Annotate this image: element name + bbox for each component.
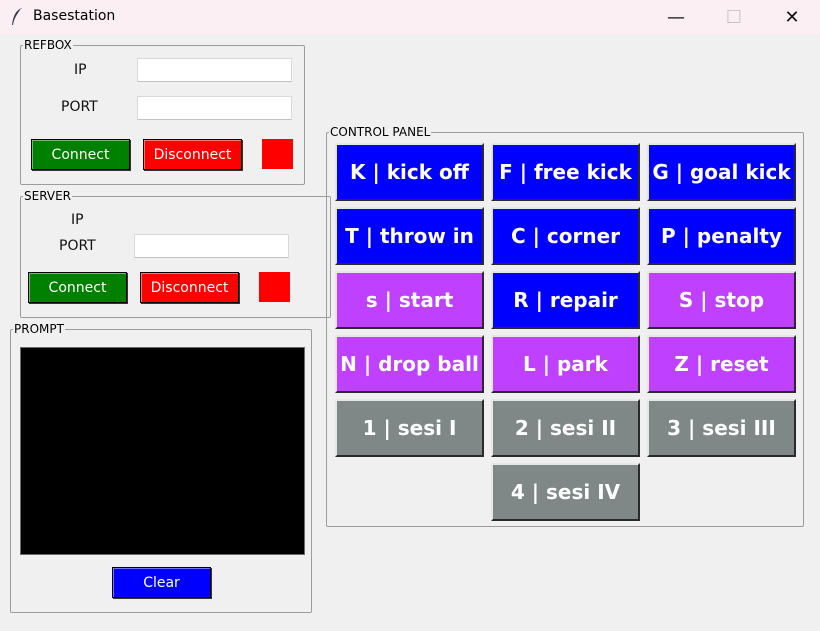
- refbox-status-indicator: [262, 139, 293, 169]
- drop-ball-button[interactable]: N | drop ball: [335, 335, 484, 393]
- server-disconnect-button[interactable]: Disconnect: [140, 272, 239, 303]
- corner-button[interactable]: C | corner: [491, 207, 640, 265]
- penalty-button[interactable]: P | penalty: [647, 207, 796, 265]
- maximize-button[interactable]: ☐: [705, 0, 763, 34]
- sesi-1-button[interactable]: 1 | sesi I: [335, 399, 484, 457]
- park-button[interactable]: L | park: [491, 335, 640, 393]
- start-button[interactable]: s | start: [335, 271, 484, 329]
- refbox-port-input[interactable]: [137, 96, 292, 120]
- throw-in-button[interactable]: T | throw in: [335, 207, 484, 265]
- feather-icon: [12, 8, 22, 25]
- stop-button[interactable]: S | stop: [647, 271, 796, 329]
- clear-button[interactable]: Clear: [112, 567, 211, 598]
- control-panel-legend: CONTROL PANEL: [330, 125, 431, 139]
- close-icon: ✕: [784, 6, 800, 28]
- free-kick-button[interactable]: F | free kick: [491, 143, 640, 201]
- refbox-legend: REFBOX: [24, 38, 72, 52]
- minimize-button[interactable]: —: [647, 0, 705, 34]
- server-port-label: PORT: [59, 238, 96, 254]
- server-ip-label: IP: [71, 212, 84, 228]
- prompt-legend: PROMPT: [14, 322, 64, 336]
- repair-button[interactable]: R | repair: [491, 271, 640, 329]
- window-title: Basestation: [33, 8, 116, 24]
- title-bar: Basestation — ☐ ✕: [0, 0, 820, 34]
- server-connect-button[interactable]: Connect: [28, 272, 127, 303]
- sesi-2-button[interactable]: 2 | sesi II: [491, 399, 640, 457]
- sesi-4-button[interactable]: 4 | sesi IV: [491, 463, 640, 521]
- refbox-ip-label: IP: [74, 62, 87, 78]
- refbox-disconnect-button[interactable]: Disconnect: [143, 139, 242, 170]
- reset-button[interactable]: Z | reset: [647, 335, 796, 393]
- minimize-icon: —: [667, 6, 685, 28]
- maximize-icon: ☐: [725, 6, 743, 28]
- goal-kick-button[interactable]: G | goal kick: [647, 143, 796, 201]
- refbox-ip-input[interactable]: [137, 58, 292, 82]
- server-legend: SERVER: [24, 189, 72, 203]
- server-status-indicator: [259, 272, 290, 302]
- refbox-port-label: PORT: [61, 99, 98, 115]
- server-port-input[interactable]: [134, 234, 289, 258]
- kick-off-button[interactable]: K | kick off: [335, 143, 484, 201]
- refbox-connect-button[interactable]: Connect: [31, 139, 130, 170]
- close-button[interactable]: ✕: [763, 0, 820, 34]
- sesi-3-button[interactable]: 3 | sesi III: [647, 399, 796, 457]
- prompt-output-area[interactable]: [20, 347, 305, 555]
